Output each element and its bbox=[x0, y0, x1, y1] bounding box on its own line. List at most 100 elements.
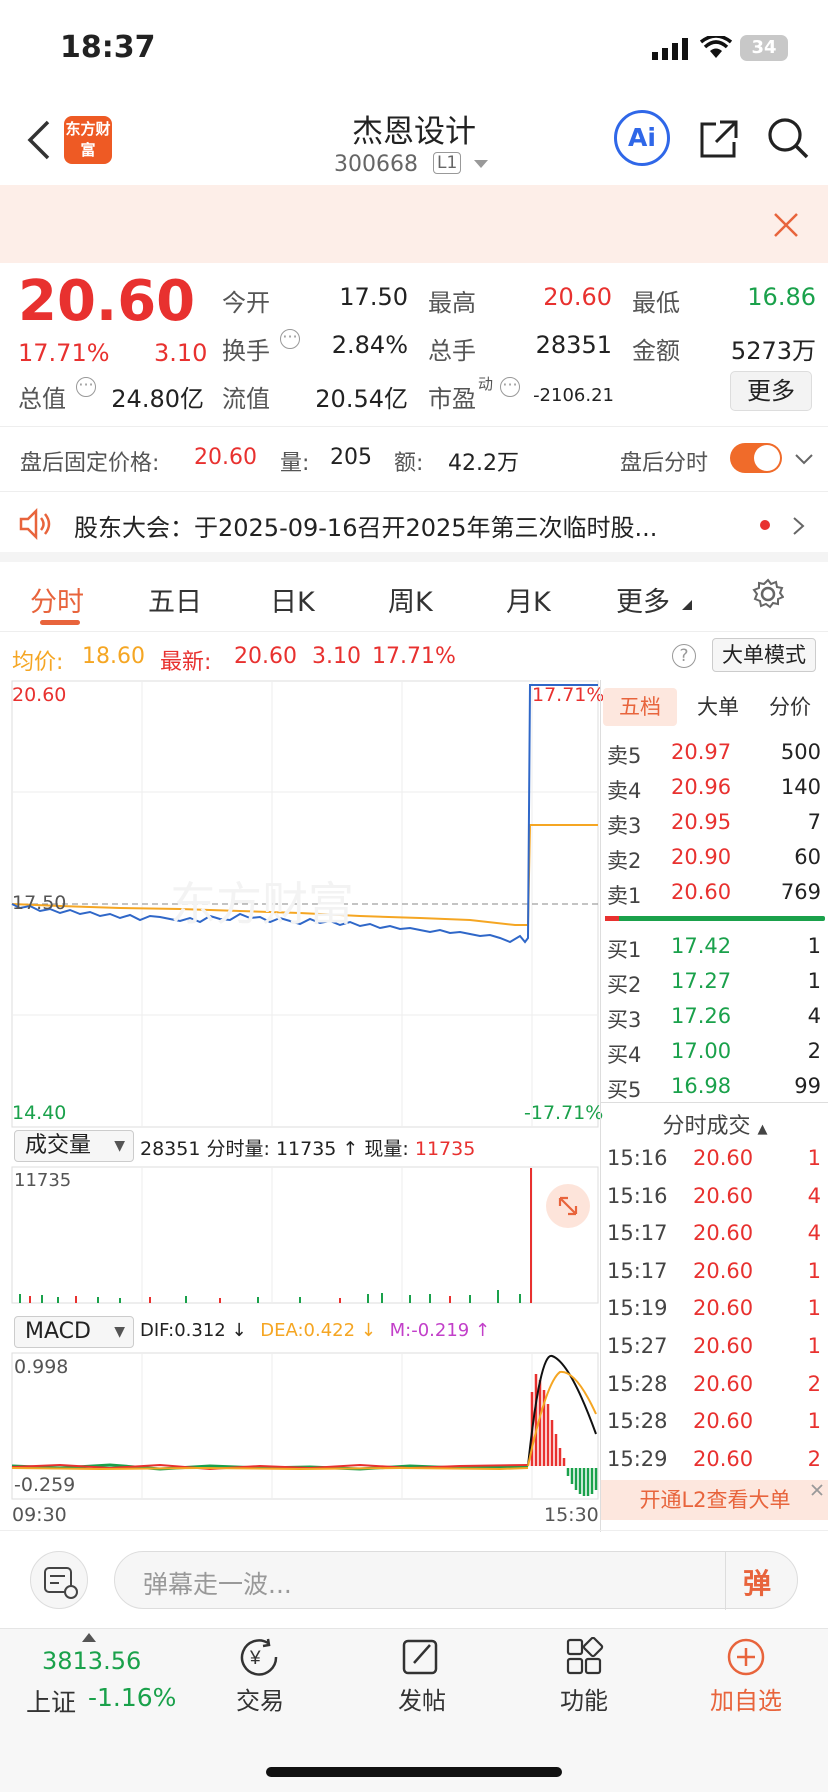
danmu-send-button[interactable]: 弹 bbox=[743, 1562, 771, 1602]
bid-row[interactable]: 买2 17.27 1 bbox=[601, 965, 828, 1000]
tab-weekly-k[interactable]: 周K bbox=[388, 580, 433, 619]
tab-monthly-k[interactable]: 月K bbox=[506, 580, 551, 619]
bid-row[interactable]: 买4 17.00 2 bbox=[601, 1035, 828, 1070]
trade-row: 15:16 20.60 1 bbox=[601, 1140, 828, 1178]
tab-level5[interactable]: 五档 bbox=[603, 688, 677, 726]
info-dots-icon[interactable]: ··· bbox=[280, 329, 300, 349]
expand-button[interactable] bbox=[546, 1184, 590, 1228]
tab-more[interactable]: 更多 bbox=[616, 580, 670, 619]
tab-big-order[interactable]: 大单 bbox=[685, 688, 751, 726]
nav-add-watchlist-label: 加自选 bbox=[710, 1687, 782, 1715]
volume-info: 28351 分时量: 11735 ↑ 现量: 11735 bbox=[140, 1134, 475, 1161]
trades-title-label: 分时成交 bbox=[662, 1114, 751, 1139]
nav-functions[interactable]: 功能 bbox=[514, 1629, 654, 1716]
afterhours-amt: 42.2万 bbox=[448, 451, 519, 476]
ask-label: 卖1 bbox=[607, 884, 642, 908]
stat-label-high: 最高 bbox=[428, 289, 476, 317]
close-icon[interactable] bbox=[772, 211, 800, 239]
trade-volume: 1 bbox=[807, 1334, 821, 1358]
svg-text:¥: ¥ bbox=[249, 1648, 261, 1669]
order-book-panel: 五档 大单 分价 卖5 20.97 500 卖4 20.96 140 卖3 20.95 7 卖2 2… bbox=[600, 680, 828, 1532]
search-icon[interactable] bbox=[766, 116, 810, 160]
afterhours-toggle[interactable] bbox=[730, 443, 782, 473]
nav-trade[interactable]: ¥ 交易 bbox=[190, 1629, 330, 1716]
bid-row[interactable]: 买1 17.42 1 bbox=[601, 930, 828, 965]
info-dots-icon[interactable]: ··· bbox=[76, 377, 96, 397]
chevron-down-icon[interactable] bbox=[794, 453, 814, 465]
pct-top-label: 17.71% bbox=[532, 684, 605, 706]
macd-m: M:-0.219 ↑ bbox=[389, 1320, 491, 1341]
level-badge[interactable]: L1 bbox=[433, 152, 462, 174]
info-dots-icon[interactable]: ··· bbox=[500, 377, 520, 397]
tab-intraday[interactable]: 分时 bbox=[30, 580, 84, 619]
trade-time: 15:28 bbox=[607, 1409, 668, 1434]
nav-add-watchlist[interactable]: 加自选 bbox=[676, 1629, 816, 1716]
macd-selector-label: MACD bbox=[25, 1319, 91, 1344]
nav-post[interactable]: 发帖 bbox=[352, 1629, 492, 1716]
volume-now-label: 现量: bbox=[364, 1138, 409, 1160]
ad-banner[interactable] bbox=[0, 185, 828, 263]
chevron-right-icon[interactable] bbox=[792, 516, 806, 536]
trade-time: 15:16 bbox=[607, 1183, 668, 1208]
stat-value-amount: 5273万 bbox=[730, 337, 816, 365]
trade-volume: 4 bbox=[807, 1221, 821, 1246]
share-icon[interactable] bbox=[698, 118, 740, 160]
trade-row: 15:28 20.60 2 bbox=[601, 1366, 828, 1404]
bid-row[interactable]: 买3 17.26 4 bbox=[601, 1000, 828, 1035]
help-icon[interactable]: ? bbox=[672, 644, 696, 668]
trades-title[interactable]: 分时成交 ▲ bbox=[601, 1108, 828, 1140]
up-arrow-icon: ↑ bbox=[342, 1138, 359, 1160]
danmu-settings-button[interactable] bbox=[30, 1551, 88, 1609]
trade-volume: 2 bbox=[807, 1446, 821, 1471]
ask-row[interactable]: 卖3 20.95 7 bbox=[601, 806, 828, 841]
stat-label-amount: 金额 bbox=[632, 337, 680, 365]
trade-price: 20.60 bbox=[693, 1446, 754, 1471]
index-value[interactable]: 3813.56 bbox=[42, 1647, 141, 1675]
danmu-input[interactable]: 弹幕走一波... 弹 bbox=[114, 1551, 798, 1610]
notice-bar[interactable]: 股东大会：于2025-09-16召开2025年第三次临时股... bbox=[0, 492, 828, 562]
bid-volume: 2 bbox=[807, 1039, 821, 1063]
signal-icon bbox=[652, 38, 688, 60]
chart-info-line: 均价: 18.60 最新: 20.60 3.10 17.71% ? 大单模式 bbox=[0, 638, 828, 678]
y-top-label: 20.60 bbox=[12, 684, 67, 706]
ask-row[interactable]: 卖5 20.97 500 bbox=[601, 736, 828, 771]
dropdown-triangle-icon: ▼ bbox=[114, 1324, 125, 1340]
tab-price-dist[interactable]: 分价 bbox=[757, 688, 823, 726]
bid-volume: 1 bbox=[807, 969, 821, 993]
trade-row: 15:19 20.60 1 bbox=[601, 1290, 828, 1328]
grid-icon bbox=[566, 1636, 604, 1675]
more-button[interactable]: 更多 bbox=[730, 371, 812, 411]
index-name: 上证 bbox=[26, 1688, 77, 1717]
ask-row[interactable]: 卖1 20.60 769 bbox=[601, 876, 828, 911]
ask-row[interactable]: 卖2 20.90 60 bbox=[601, 841, 828, 876]
macd-indicator-select[interactable]: MACD ▼ bbox=[14, 1316, 134, 1348]
trade-volume: 1 bbox=[807, 1296, 821, 1321]
wifi-icon bbox=[700, 36, 732, 58]
ask-price: 20.95 bbox=[671, 810, 732, 834]
volume-chart[interactable] bbox=[0, 1166, 600, 1306]
tab-daily-k[interactable]: 日K bbox=[270, 580, 315, 619]
macd-chart[interactable] bbox=[0, 1352, 600, 1512]
triangle-icon bbox=[682, 600, 692, 610]
tab-five-day[interactable]: 五日 bbox=[148, 580, 202, 619]
y-bottom-label: 14.40 bbox=[12, 1102, 67, 1124]
volume-indicator-select[interactable]: 成交量 ▼ bbox=[14, 1130, 134, 1162]
stat-label-volume: 总手 bbox=[428, 337, 476, 365]
trade-volume: 1 bbox=[807, 1409, 821, 1434]
price-chart[interactable]: 东方财富 bbox=[0, 680, 600, 1130]
triangle-up-icon bbox=[82, 1633, 96, 1642]
bid-volume: 4 bbox=[807, 1004, 821, 1028]
triangle-up-icon: ▲ bbox=[757, 1122, 768, 1137]
bid-row[interactable]: 买5 16.98 99 bbox=[601, 1070, 828, 1105]
ask-row[interactable]: 卖4 20.96 140 bbox=[601, 771, 828, 806]
stat-label-pe: 市盈 bbox=[428, 385, 476, 413]
close-icon[interactable] bbox=[809, 1482, 825, 1498]
afterhours-vol-label: 量: bbox=[280, 451, 310, 476]
expand-icon bbox=[558, 1196, 578, 1216]
chevron-down-icon[interactable] bbox=[474, 160, 488, 170]
bid-label: 买1 bbox=[607, 938, 642, 962]
settings-gear-icon[interactable] bbox=[752, 578, 784, 610]
big-order-mode-button[interactable]: 大单模式 bbox=[712, 638, 816, 672]
ai-button[interactable]: Ai bbox=[614, 110, 670, 166]
open-l2-button[interactable]: 开通L2查看大单 bbox=[601, 1480, 828, 1520]
